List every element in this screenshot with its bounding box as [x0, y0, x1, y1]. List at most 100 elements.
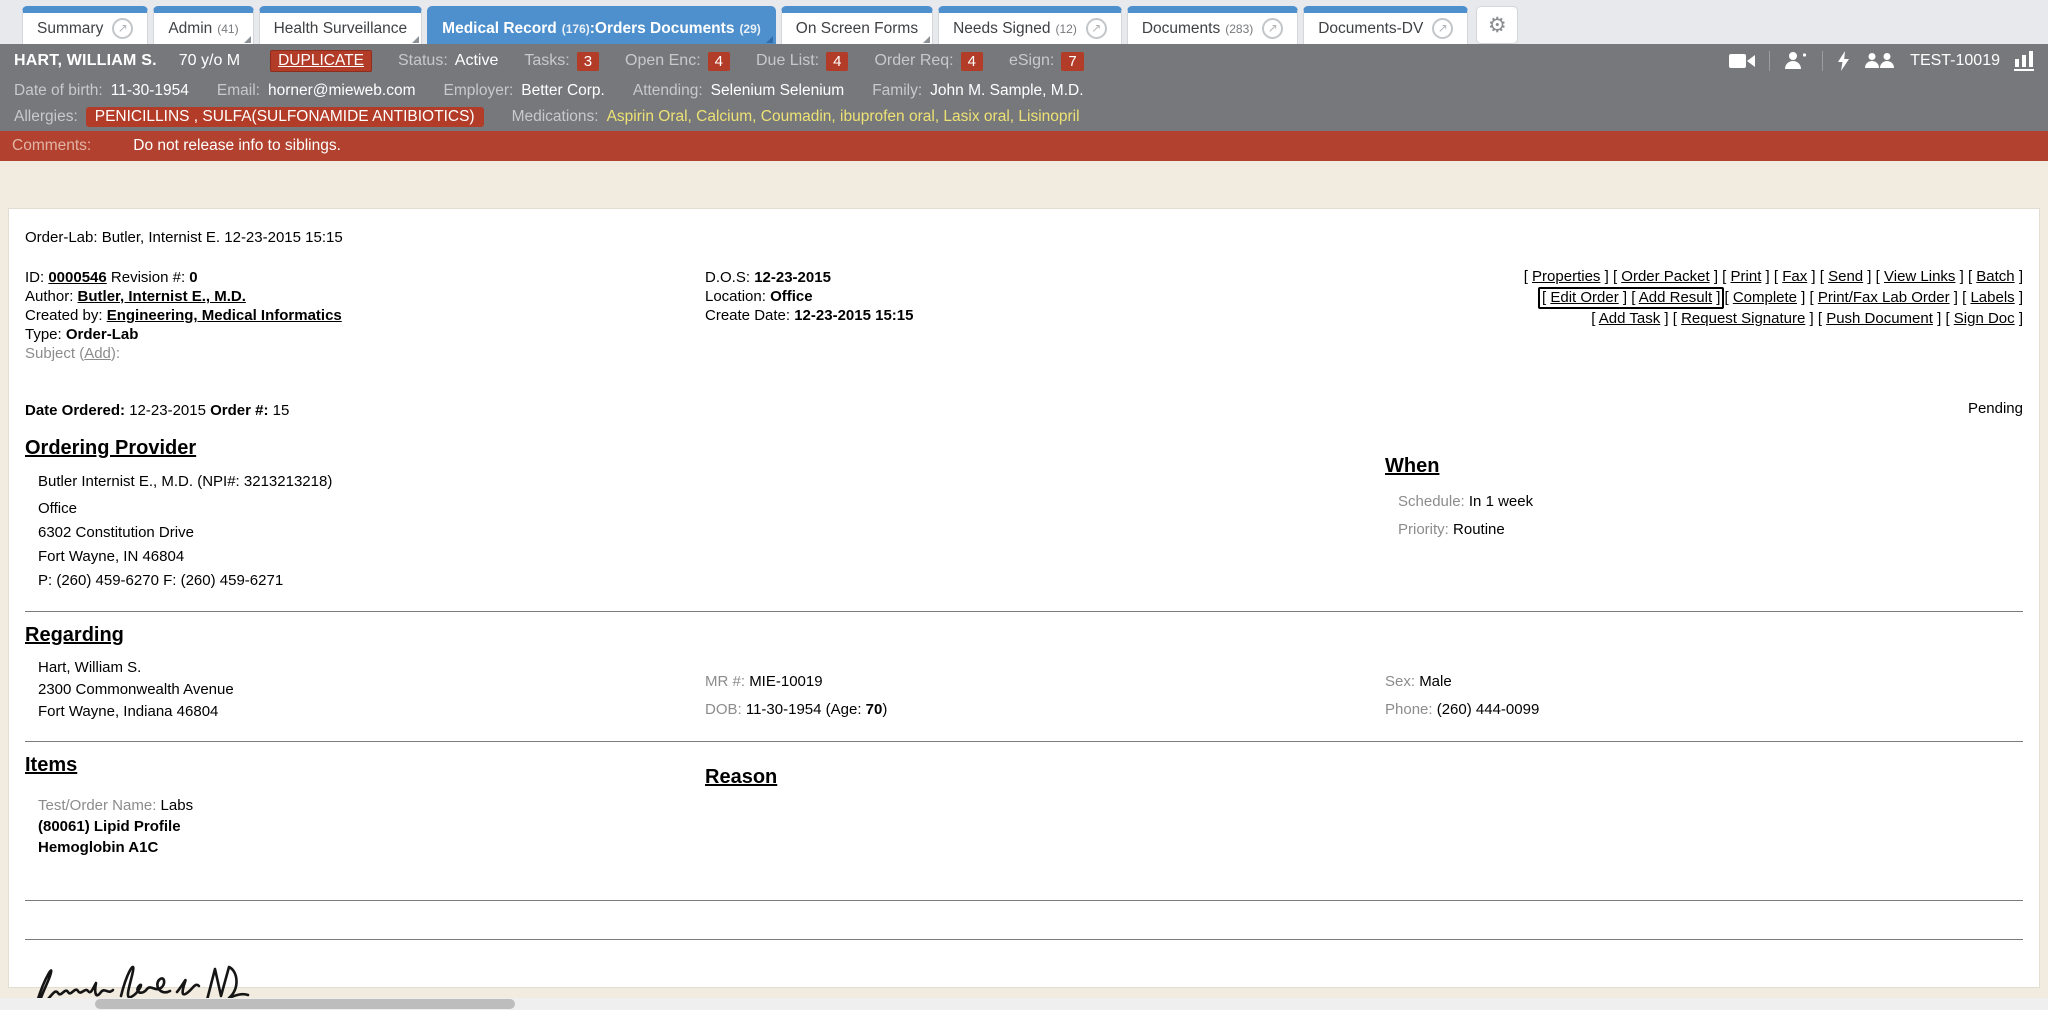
print-link[interactable]: Print [1731, 268, 1762, 285]
order-item: (80061) Lipid Profile [38, 816, 2023, 837]
properties-link[interactable]: Properties [1532, 268, 1600, 285]
family-label: Family: [872, 82, 922, 100]
tab-fold-icon [766, 36, 773, 43]
open-enc-label: Open Enc: [625, 52, 701, 70]
bar-chart-icon[interactable] [2014, 51, 2034, 71]
mr-value: MIE-10019 [749, 673, 822, 690]
add-result-link[interactable]: Add Result [1639, 289, 1712, 306]
popup-icon[interactable]: ↗ [112, 18, 133, 39]
tab-medical-record-orders-documents[interactable]: Medical Record (176) :Orders Documents (… [427, 6, 776, 44]
tasks-label: Tasks: [524, 52, 569, 70]
regarding-dob-value: 11-30-1954 (Age: [746, 701, 862, 718]
order-req-count-badge[interactable]: 4 [961, 52, 983, 71]
email-value: horner@mieweb.com [268, 82, 416, 100]
tab-summary[interactable]: Summary ↗ [22, 6, 148, 44]
document-header: ID: 0000546 Revision #: 0 Author: Butler… [25, 268, 2023, 380]
print-fax-lab-order-link[interactable]: Print/Fax Lab Order [1818, 289, 1950, 306]
employer-label: Employer: [444, 82, 514, 100]
subject-suffix: ): [111, 345, 120, 362]
tab-label: Summary [37, 20, 103, 38]
section-divider [25, 900, 2023, 901]
video-camera-icon[interactable] [1729, 52, 1755, 70]
type-value: Order-Lab [66, 326, 139, 343]
subject-add-link[interactable]: Add [84, 345, 111, 362]
divider [1769, 51, 1770, 71]
document-title: Order-Lab: Butler, Internist E. 12-23-20… [25, 229, 2023, 246]
labels-link[interactable]: Labels [1970, 289, 2014, 306]
phone-label: Phone: [1385, 701, 1433, 718]
tab-label: Health Surveillance [274, 20, 408, 38]
tab-documents-dv[interactable]: Documents-DV ↗ [1303, 6, 1468, 44]
tab-documents[interactable]: Documents (283) ↗ [1127, 6, 1298, 44]
tasks-count-badge[interactable]: 3 [577, 52, 599, 71]
edit-order-link[interactable]: Edit Order [1550, 289, 1618, 306]
tab-count: (29) [739, 22, 760, 36]
fax-link[interactable]: Fax [1782, 268, 1807, 285]
author-link[interactable]: Butler, Internist E., M.D. [78, 288, 246, 305]
regarding-section: Regarding Hart, William S. 2300 Commonwe… [25, 624, 2023, 723]
tab-admin[interactable]: Admin (41) [153, 6, 253, 44]
regarding-dob-label: DOB: [705, 701, 742, 718]
tab-fold-icon [923, 36, 930, 43]
reason-heading: Reason [705, 766, 777, 789]
tab-label: Needs Signed [953, 20, 1050, 38]
batch-link[interactable]: Batch [1976, 268, 2014, 285]
tab-settings-button[interactable]: ⚙ [1476, 6, 1518, 44]
request-signature-link[interactable]: Request Signature [1681, 310, 1805, 327]
due-list-count-badge[interactable]: 4 [826, 52, 848, 71]
esign-label: eSign: [1009, 52, 1054, 70]
order-status: Pending [1968, 400, 2023, 417]
provider-phone-fax: P: (260) 459-6270 F: (260) 459-6271 [38, 569, 2023, 593]
tab-label: :Orders Documents [590, 20, 735, 38]
send-link[interactable]: Send [1828, 268, 1863, 285]
medications-label: Medications: [512, 108, 599, 126]
priority-value: Routine [1453, 521, 1505, 538]
duplicate-flag-badge[interactable]: DUPLICATE [270, 50, 372, 72]
open-enc-count-badge[interactable]: 4 [708, 52, 730, 71]
document-id-link[interactable]: 0000546 [48, 269, 106, 286]
order-number-label: Order #: [210, 402, 268, 419]
tab-label: Documents-DV [1318, 20, 1423, 38]
priority-label: Priority: [1398, 521, 1449, 538]
add-person-icon[interactable] [1784, 51, 1808, 71]
order-packet-link[interactable]: Order Packet [1621, 268, 1709, 285]
ordering-provider-block: Butler Internist E., M.D. (NPI#: 3213213… [38, 470, 2023, 593]
author-label: Author: [25, 288, 73, 305]
allergies-badge[interactable]: PENICILLINS , SULFA(SULFONAMIDE ANTIBIOT… [86, 107, 484, 127]
location-label: Location: [705, 288, 766, 305]
tab-health-surveillance[interactable]: Health Surveillance [259, 6, 423, 44]
document-meta-middle: D.O.S: 12-23-2015 Location: Office Creat… [705, 268, 913, 325]
tab-on-screen-forms[interactable]: On Screen Forms [781, 6, 933, 44]
due-list-label: Due List: [756, 52, 819, 70]
push-document-link[interactable]: Push Document [1826, 310, 1933, 327]
status-label: Status: [398, 52, 448, 70]
create-date-label: Create Date: [705, 307, 790, 324]
tab-label: Documents [1142, 20, 1220, 38]
tab-needs-signed[interactable]: Needs Signed (12) ↗ [938, 6, 1122, 44]
medications-list: Aspirin Oral, Calcium, Coumadin, ibuprof… [607, 108, 1080, 126]
chart-tab-bar: Summary ↗ Admin (41) Health Surveillance… [0, 0, 2048, 44]
users-icon[interactable] [1864, 52, 1896, 70]
popup-icon[interactable]: ↗ [1432, 18, 1453, 39]
view-links-link[interactable]: View Links [1884, 268, 1955, 285]
complete-link[interactable]: Complete [1733, 289, 1797, 306]
demographics-row: Date of birth: 11-30-1954 Email: horner@… [0, 78, 2048, 103]
popup-icon[interactable]: ↗ [1086, 18, 1107, 39]
date-ordered-label: Date Ordered: [25, 402, 125, 419]
order-document: Order-Lab: Butler, Internist E. 12-23-20… [8, 208, 2040, 988]
subject-label: Subject ( [25, 345, 84, 362]
provider-facility: Office [38, 497, 2023, 521]
popup-icon[interactable]: ↗ [1262, 18, 1283, 39]
sign-doc-link[interactable]: Sign Doc [1954, 310, 2015, 327]
esign-count-badge[interactable]: 7 [1061, 52, 1083, 71]
items-block: Test/Order Name: Labs (80061) Lipid Prof… [38, 795, 2023, 858]
comments-label: Comments: [12, 137, 91, 155]
items-heading: Items [25, 754, 2023, 777]
created-by-link[interactable]: Engineering, Medical Informatics [107, 307, 342, 324]
sex-value: Male [1419, 673, 1452, 690]
comments-band: Comments: Do not release info to sibling… [0, 131, 2048, 161]
lightning-icon[interactable] [1837, 51, 1850, 71]
add-task-link[interactable]: Add Task [1599, 310, 1660, 327]
horizontal-scrollbar[interactable] [0, 998, 2048, 1010]
scrollbar-thumb[interactable] [95, 999, 515, 1009]
